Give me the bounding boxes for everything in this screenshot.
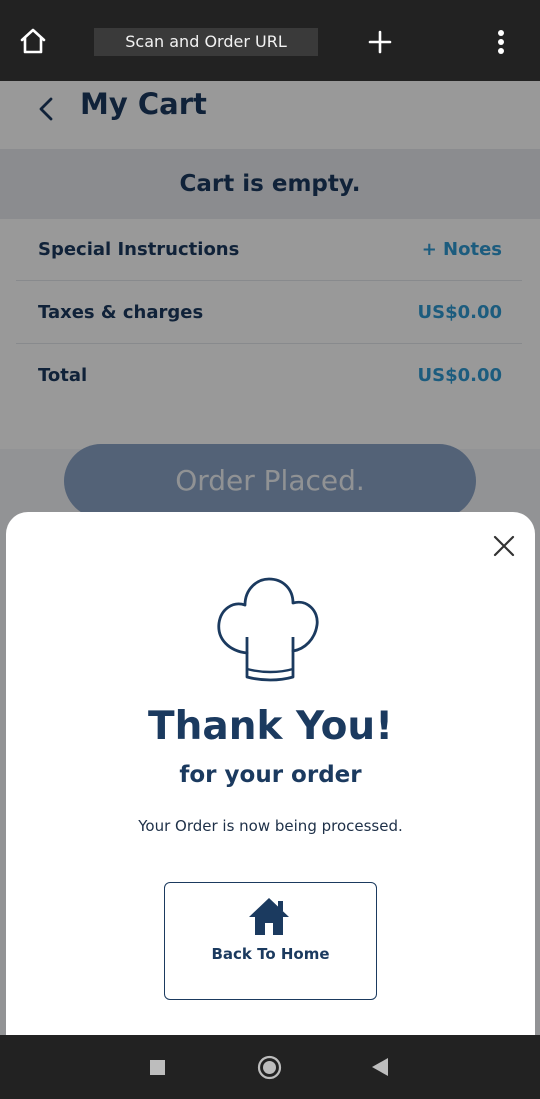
cart-page: My Cart Cart is empty. Special Instructi… [0, 81, 540, 1052]
back-to-home-label: Back To Home [211, 945, 330, 963]
recents-square-icon[interactable] [150, 1060, 165, 1075]
system-navigation-bar [0, 1035, 540, 1099]
processing-message: Your Order is now being processed. [138, 817, 403, 835]
home-circle-icon[interactable] [257, 1055, 282, 1080]
plus-icon[interactable] [368, 30, 392, 54]
back-to-home-button[interactable]: Back To Home [164, 882, 377, 1000]
vertical-dots-icon[interactable] [493, 28, 509, 56]
close-icon[interactable] [492, 534, 516, 558]
url-bar[interactable]: Scan and Order URL [94, 28, 318, 56]
thank-you-subtitle: for your order [179, 762, 362, 788]
order-confirmation-modal: Thank You! for your order Your Order is … [6, 512, 535, 1052]
home-icon[interactable] [18, 26, 48, 56]
thank-you-heading: Thank You! [148, 704, 393, 749]
back-triangle-icon[interactable] [371, 1057, 389, 1077]
browser-toolbar: Scan and Order URL [0, 0, 540, 81]
chef-hat-icon [217, 577, 319, 682]
house-icon [249, 898, 289, 935]
